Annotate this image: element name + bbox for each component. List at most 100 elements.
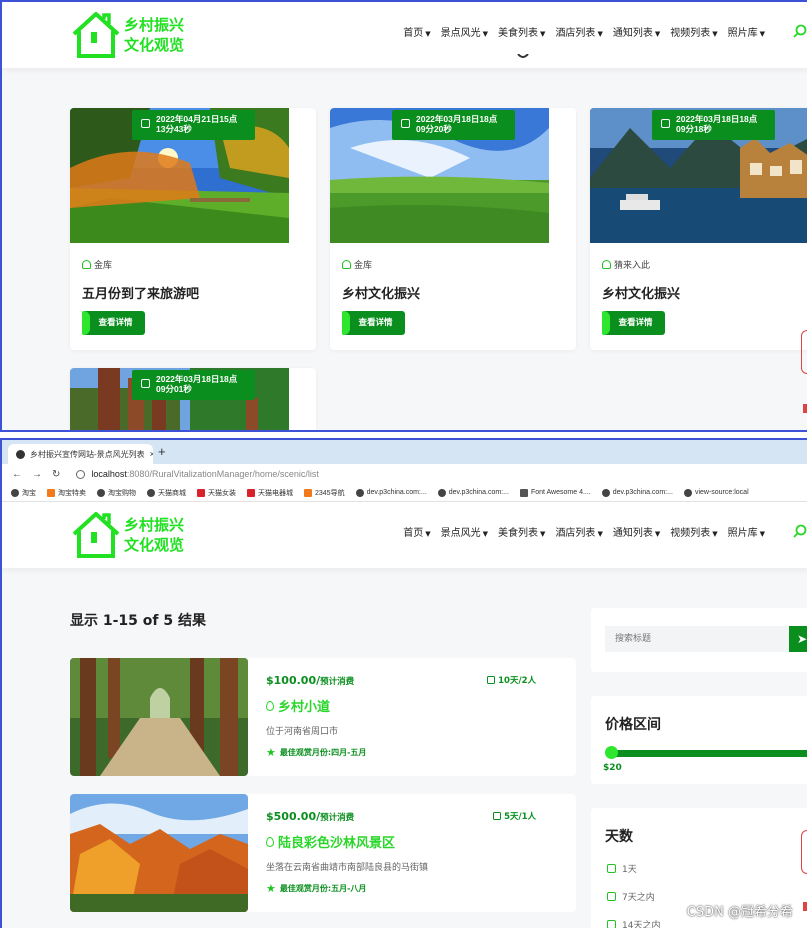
item-duration: 5天/1人: [493, 810, 536, 822]
chevron-down-icon: ▼: [597, 530, 603, 538]
bookmark-item[interactable]: view-source:local: [683, 488, 749, 497]
bookmark-item[interactable]: dev.p3china.com:...: [601, 488, 673, 497]
nav-item-photos[interactable]: 照片库 ▼: [728, 524, 765, 539]
sidebar-search: 搜索标题 ➤: [591, 608, 807, 672]
nav-item-home[interactable]: 首页 ▼: [403, 24, 430, 39]
bookmark-item[interactable]: 淘宝购物: [97, 488, 136, 498]
tmall-icon: [197, 488, 205, 497]
blog-card: 2022年03月18日18点 09分01秒: [70, 368, 316, 430]
price-slider-handle[interactable]: [605, 746, 618, 759]
date-badge: 2022年04月21日15点 13分43秒: [132, 110, 255, 140]
user-icon: [342, 260, 351, 269]
back-arrow-icon[interactable]: ←: [12, 469, 22, 480]
nav-2345-icon: [304, 488, 312, 497]
item-price: $500.00/预计消费: [266, 810, 355, 823]
item-description: 位于河南省周口市: [266, 727, 339, 737]
chevron-down-icon: ▼: [540, 530, 546, 538]
day-option-1[interactable]: 1天: [607, 862, 637, 875]
scenic-item: $100.00/预计消费 10天/2人 乡村小道 位于河南省周口市 ★ 最佳观赏月…: [70, 658, 576, 776]
bookmark-item[interactable]: 淘宝: [11, 488, 36, 498]
bookmark-item[interactable]: dev.p3china.com:...: [437, 488, 509, 497]
card-author: 金库: [342, 258, 372, 271]
nav-item-scenic[interactable]: 景点风光 ▼: [441, 24, 488, 39]
scenic-list-screenshot: 乡村振兴宣传网站-景点风光列表 × + ← → ↻ localhost:8080…: [0, 438, 807, 928]
star-icon: ★: [266, 882, 276, 895]
close-tab-icon[interactable]: ×: [150, 449, 153, 459]
nav-item-home[interactable]: 首页 ▼: [403, 524, 430, 539]
chevron-down-icon: ▼: [654, 30, 661, 38]
scenic-image-forest-path[interactable]: [70, 658, 248, 776]
price-slider-track[interactable]: [611, 750, 807, 757]
tab-title: 乡村振兴宣传网站-景点风光列表: [30, 449, 145, 459]
nav-item-photos[interactable]: 照片库 ▼: [728, 24, 765, 39]
card-title[interactable]: 乡村文化振兴: [342, 283, 420, 302]
item-name[interactable]: 陆良彩色沙林风景区: [266, 832, 395, 851]
site-logo[interactable]: 乡村振兴 文化观览: [70, 10, 184, 60]
browser-tab[interactable]: 乡村振兴宣传网站-景点风光列表 ×: [8, 444, 153, 464]
bookmark-item[interactable]: 淘宝特卖: [47, 488, 86, 498]
view-details-button[interactable]: 查看详情: [602, 311, 665, 335]
day-option-14[interactable]: 14天之内: [607, 918, 660, 928]
user-icon: [602, 260, 611, 269]
chevron-down-icon: ▼: [759, 530, 765, 538]
day-option-7[interactable]: 7天之内: [607, 890, 655, 903]
scenic-item: $500.00/预计消费 5天/1人 陆良彩色沙林风景区 坐落在云南省曲靖市南部…: [70, 794, 576, 912]
checkbox-icon[interactable]: [607, 864, 616, 873]
bookmark-item[interactable]: 天猫女装: [197, 488, 236, 498]
blog-card: 2022年04月21日15点 13分43秒 金库 五月份到了来旅游吧 查看详情: [70, 108, 316, 350]
nav-item-food[interactable]: 美食列表 ▼: [498, 24, 545, 39]
date-badge: 2022年03月18日18点 09分01秒: [132, 370, 255, 400]
nav-item-hotel[interactable]: 酒店列表 ▼: [555, 24, 602, 39]
item-best-season: ★ 最佳观赏月份:四月-五月: [266, 746, 367, 759]
item-best-season: ★ 最佳观赏月份:五月-八月: [266, 882, 367, 895]
title-search-input[interactable]: 搜索标题: [605, 626, 789, 652]
date-badge: 2022年03月18日18点 09分20秒: [392, 110, 515, 140]
nav-item-food[interactable]: 美食列表 ▼: [498, 524, 545, 539]
bookmark-item[interactable]: 天猫商城: [147, 488, 186, 498]
globe-icon: [16, 449, 25, 459]
bookmark-item[interactable]: Font Awesome 4....: [519, 488, 591, 497]
nav-item-video[interactable]: 视频列表 ▼: [670, 24, 717, 39]
floating-widget-edge[interactable]: [801, 330, 807, 374]
card-title[interactable]: 五月份到了来旅游吧: [82, 283, 199, 302]
new-tab-button[interactable]: +: [158, 444, 166, 459]
nav-item-video[interactable]: 视频列表 ▼: [670, 524, 717, 539]
forward-arrow-icon[interactable]: →: [32, 469, 42, 480]
nav-item-scenic[interactable]: 景点风光 ▼: [441, 524, 488, 539]
card-author: 金库: [82, 258, 112, 271]
view-details-button[interactable]: 查看详情: [342, 311, 405, 335]
chevron-down-icon: ▼: [482, 30, 489, 38]
info-icon[interactable]: [76, 469, 86, 479]
floating-widget-edge-square: [803, 902, 807, 911]
globe-icon: [601, 488, 610, 497]
nav-item-notice[interactable]: 通知列表 ▼: [613, 24, 660, 39]
bookmark-item[interactable]: 天猫电器城: [247, 488, 293, 498]
bookmark-item[interactable]: dev.p3china.com:...: [355, 488, 427, 497]
browser-tab-bar: 乡村振兴宣传网站-景点风光列表 × +: [2, 440, 807, 464]
search-icon[interactable]: [793, 24, 807, 38]
nav-item-notice[interactable]: 通知列表 ▼: [613, 524, 660, 539]
url-field[interactable]: localhost:8080/RuralVitalizationManager/…: [76, 469, 319, 479]
site-logo[interactable]: 乡村振兴 文化观览: [70, 510, 184, 560]
card-title[interactable]: 乡村文化振兴: [602, 283, 680, 302]
search-icon[interactable]: [793, 524, 807, 538]
jd-icon: [247, 488, 255, 497]
chevron-down-icon: ▼: [482, 530, 489, 538]
item-name[interactable]: 乡村小道: [266, 696, 330, 715]
floating-widget-edge[interactable]: [801, 830, 807, 874]
view-details-button[interactable]: 查看详情: [82, 311, 145, 335]
reload-icon[interactable]: ↻: [52, 469, 60, 480]
chevron-down-icon: ▼: [597, 30, 603, 38]
chevron-down-icon: ▼: [759, 30, 765, 38]
days-filter-title: 天数: [605, 829, 633, 845]
bookmark-item[interactable]: 2345导航: [304, 488, 345, 498]
logo-line-2: 文化观览: [124, 36, 185, 54]
nav-item-hotel[interactable]: 酒店列表 ▼: [555, 524, 602, 539]
globe-icon: [437, 488, 446, 497]
scenic-image-sand-forest[interactable]: [70, 794, 248, 912]
chevron-down-icon: ▼: [654, 530, 661, 538]
taobao-icon: [47, 488, 55, 497]
paper-plane-icon[interactable]: ➤: [789, 626, 807, 652]
checkbox-icon[interactable]: [607, 920, 616, 928]
checkbox-icon[interactable]: [607, 892, 616, 901]
